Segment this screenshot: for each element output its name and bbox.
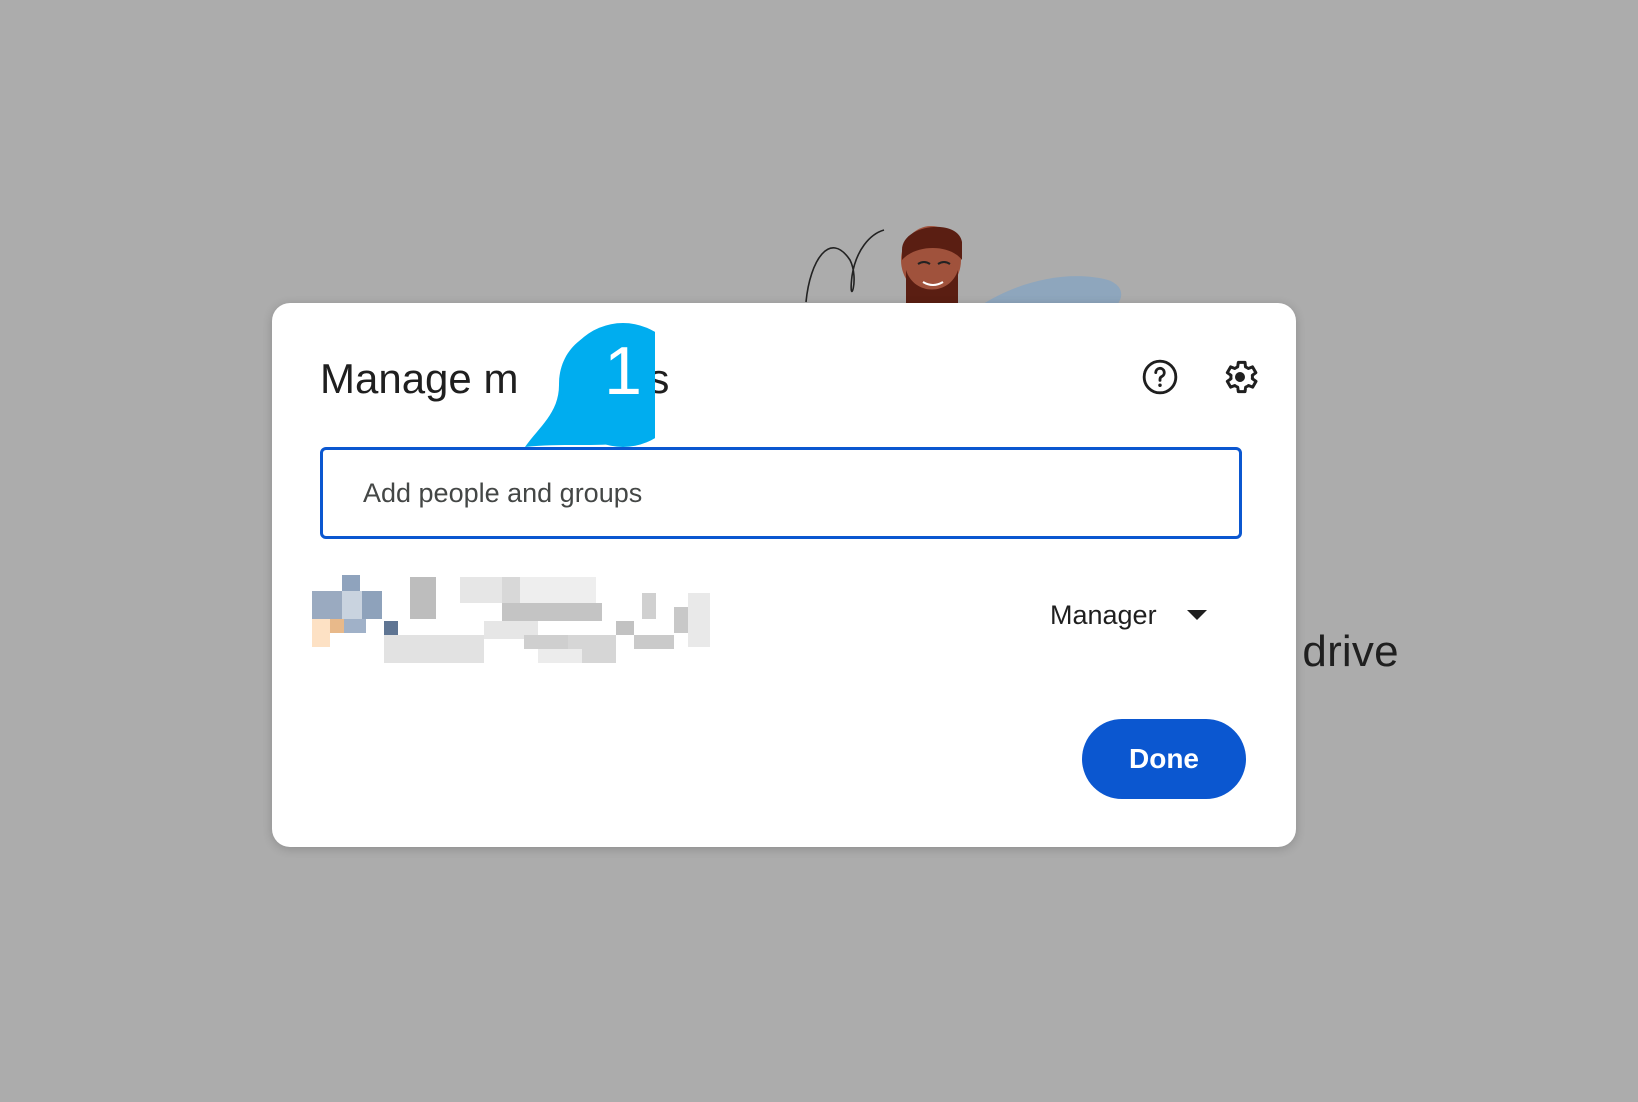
member-row: Manager [312, 573, 1252, 673]
step-callout: 1 [519, 317, 685, 453]
help-button[interactable] [1136, 353, 1184, 401]
person-illustration [901, 226, 962, 310]
add-people-input-wrapper[interactable] [320, 447, 1242, 539]
background-illustration [805, 226, 1122, 310]
page-backdrop: l drive Manage mrs 1 [0, 0, 1638, 1102]
settings-button[interactable] [1216, 353, 1264, 401]
redacted-member-info [312, 575, 710, 663]
caret-down-icon [1186, 610, 1207, 620]
done-button[interactable]: Done [1082, 719, 1246, 799]
role-label: Manager [1050, 599, 1157, 630]
background-heading-fragment: l drive [1280, 627, 1399, 676]
callout-number: 1 [604, 333, 642, 409]
help-circle-icon [1142, 359, 1178, 395]
manage-members-dialog: Manage mrs 1 [272, 303, 1296, 847]
add-people-input[interactable] [361, 476, 1239, 510]
role-dropdown[interactable]: Manager [1050, 593, 1207, 637]
dialog-title-start: Manage m [320, 355, 519, 402]
gear-icon [1225, 360, 1258, 394]
